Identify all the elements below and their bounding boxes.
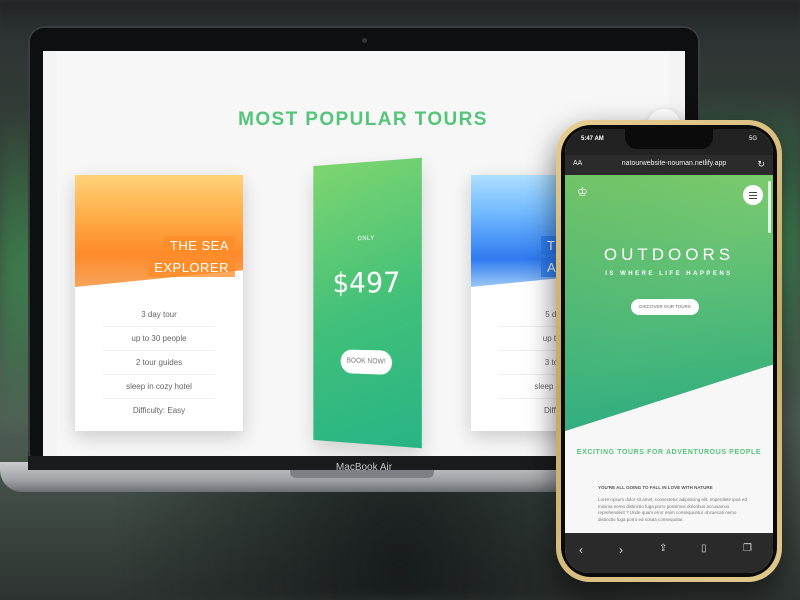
bookmarks-icon[interactable]: ▯ (701, 543, 707, 554)
phone-notch (625, 129, 713, 149)
hamburger-icon-bar (749, 198, 757, 199)
list-item: up to 30 people (103, 327, 215, 351)
list-item: 3 day tour (103, 303, 215, 327)
tour-card-heading: THE SEA EXPLORER (148, 233, 235, 277)
list-item: sleep in cozy hotel (103, 375, 215, 399)
browser-toolbar: ‹ › ⇪ ▯ ❐ (565, 533, 773, 573)
hero-title: OUTDOORS (603, 245, 735, 264)
list-item: Difficulty: Easy (132, 406, 186, 415)
phone-device: 5:47 AM 5G AA natourwebsite-nouman.netli… (556, 120, 782, 582)
scrollbar[interactable] (768, 181, 771, 233)
webcam-icon (362, 38, 367, 43)
list-item: 2 tour guides (103, 351, 215, 375)
back-icon[interactable]: ‹ (579, 543, 583, 557)
forward-icon[interactable]: › (619, 543, 623, 557)
heading-line: THE SEA (163, 236, 235, 255)
discover-tours-button[interactable]: DISCOVER OUR TOURS (631, 299, 699, 315)
tour-card-sea-explorer[interactable]: THE SEA EXPLORER 3 day tour up to 30 peo… (75, 175, 243, 431)
hero-subtitle: IS WHERE LIFE HAPPENS (605, 271, 733, 277)
logo-icon[interactable]: ♔ (577, 185, 588, 199)
heading-line: EXPLORER (148, 258, 235, 277)
price-label: ONLY (357, 235, 375, 243)
book-now-button[interactable]: BOOK NOW! (340, 349, 393, 376)
share-icon[interactable]: ⇪ (659, 543, 667, 554)
tour-details-list: 3 day tour up to 30 people 2 tour guides… (103, 303, 215, 422)
price-card[interactable]: ONLY $497 BOOK NOW! (313, 157, 422, 449)
paragraph: Lorem ipsum dolor sit amet, consectetur … (598, 497, 747, 522)
text-size-button[interactable]: AA (573, 160, 582, 167)
hamburger-icon-bar (749, 192, 757, 193)
laptop-hinge-notch (290, 470, 434, 478)
status-time: 5:47 AM (581, 136, 604, 142)
tabs-icon[interactable]: ❐ (743, 543, 752, 554)
section-title: EXCITING TOURS FOR ADVENTUROUS PEOPLE (576, 449, 762, 456)
reload-icon[interactable]: ↻ (757, 159, 765, 170)
hamburger-icon-bar (749, 195, 757, 196)
signal-indicator: 5G (748, 136, 757, 142)
menu-button[interactable] (743, 185, 763, 205)
hero-section: ♔ OUTDOORS IS WHERE LIFE HAPPENS DISCOVE… (565, 175, 773, 431)
url-text[interactable]: natourwebsite-nouman.netlify.app (595, 160, 753, 167)
phone-screen: 5:47 AM 5G AA natourwebsite-nouman.netli… (565, 129, 773, 573)
price-value: $497 (332, 265, 401, 300)
section-heading: YOU'RE ALL GOING TO FALL IN LOVE WITH NA… (598, 485, 713, 490)
url-bar[interactable]: AA natourwebsite-nouman.netlify.app ↻ (565, 155, 773, 175)
